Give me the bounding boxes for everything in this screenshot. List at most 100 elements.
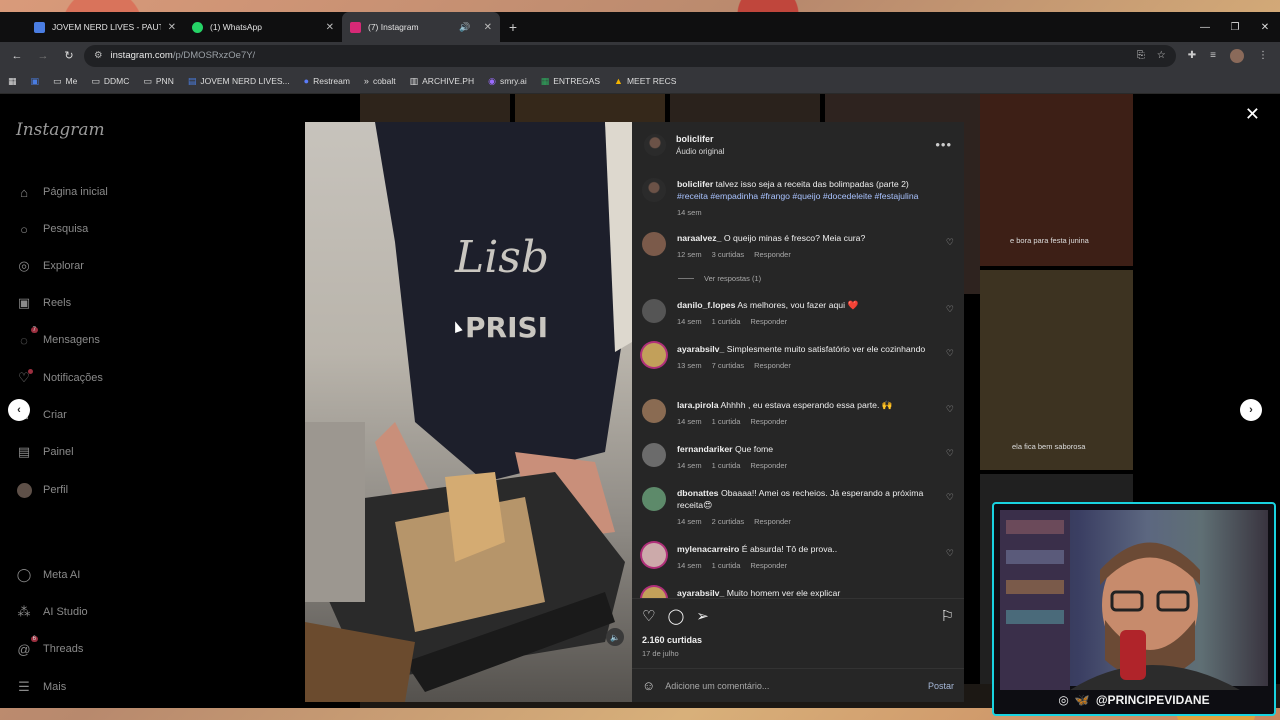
- media-controls-icon[interactable]: ≡: [1210, 50, 1216, 61]
- save-icon[interactable]: ⚐: [941, 607, 954, 625]
- comment-username[interactable]: fernandariker: [677, 444, 733, 454]
- sidebar-item-home[interactable]: ⌂ Página inicial: [16, 184, 108, 200]
- reply-button[interactable]: Responder: [750, 416, 787, 428]
- like-comment-icon[interactable]: ♡: [946, 548, 954, 572]
- bookmark-meet-recs[interactable]: ▲ MEET RECS: [614, 76, 676, 86]
- previous-post-button[interactable]: ‹: [8, 399, 30, 421]
- sidebar-item-dashboard[interactable]: ▤ Painel: [16, 444, 74, 460]
- reply-button[interactable]: Responder: [750, 460, 787, 472]
- comment-username[interactable]: ayarabsilv_: [677, 588, 724, 598]
- avatar[interactable]: [642, 587, 666, 598]
- more-options-icon[interactable]: •••: [935, 137, 952, 152]
- reload-button[interactable]: ↻: [58, 45, 80, 67]
- sidebar-item-messages[interactable]: ◌ 7 Mensagens: [16, 327, 100, 348]
- reply-button[interactable]: Responder: [754, 360, 791, 372]
- close-icon[interactable]: ✕: [1245, 104, 1260, 125]
- avatar[interactable]: [642, 543, 666, 567]
- address-bar[interactable]: ⚙ instagram.com/p/DMOSRxzOe7Y/ ⎘ ☆: [84, 44, 1176, 67]
- new-tab-button[interactable]: +: [500, 12, 526, 42]
- sidebar-item-ai-studio[interactable]: ⁂ AI Studio: [16, 604, 88, 620]
- close-tab-icon[interactable]: ✕: [326, 22, 334, 33]
- sidebar-item-search[interactable]: ○ Pesquisa: [16, 221, 88, 237]
- caption-username[interactable]: boliclifer: [677, 179, 713, 189]
- sidebar-item-explore[interactable]: ◎ Explorar: [16, 258, 84, 274]
- bookmark-ddmc[interactable]: ▭ DDMC: [91, 76, 129, 87]
- bookmark-star-icon[interactable]: ☆: [1157, 50, 1166, 61]
- avatar[interactable]: [642, 487, 666, 511]
- close-tab-icon[interactable]: ✕: [484, 22, 492, 33]
- like-comment-icon[interactable]: ♡: [946, 404, 954, 428]
- caption-hashtags[interactable]: #receita #empadinha #frango #queijo #doc…: [677, 190, 954, 202]
- sidebar-item-more[interactable]: ☰ Mais: [16, 679, 66, 695]
- close-tab-icon[interactable]: ✕: [168, 22, 176, 33]
- bookmark-jovem-nerd[interactable]: ▤ JOVEM NERD LIVES...: [188, 76, 290, 87]
- sidebar-item-notifications[interactable]: ♡ Notificações: [16, 369, 103, 386]
- view-replies-button[interactable]: Ver respostas (1): [678, 274, 761, 283]
- bookmark-archive[interactable]: ▥ ARCHIVE.PH: [410, 76, 474, 87]
- bookmark-entregas[interactable]: ▦ ENTREGAS: [541, 76, 600, 87]
- tab-jovem-nerd[interactable]: JOVEM NERD LIVES - PAUTA - D ✕: [26, 12, 184, 42]
- avatar[interactable]: [642, 399, 666, 423]
- reply-button[interactable]: Responder: [750, 560, 787, 572]
- like-comment-icon[interactable]: ♡: [946, 348, 954, 372]
- avatar[interactable]: [642, 443, 666, 467]
- apps-icon[interactable]: ▦: [8, 76, 17, 87]
- comment-username[interactable]: dbonattes: [677, 488, 719, 498]
- sidebar-item-threads[interactable]: @6 Threads: [16, 636, 83, 657]
- tab-instagram[interactable]: (7) Instagram 🔊 ✕: [342, 12, 500, 42]
- reply-button[interactable]: Responder: [750, 316, 787, 328]
- restore-button[interactable]: ❐: [1220, 12, 1250, 42]
- comment-username[interactable]: lara.pirola: [677, 400, 719, 410]
- bookmark-smry[interactable]: ◉ smry.ai: [488, 76, 527, 87]
- like-comment-icon[interactable]: ♡: [946, 237, 954, 261]
- speaker-icon[interactable]: 🔊: [459, 22, 470, 33]
- reply-button[interactable]: Responder: [754, 516, 791, 528]
- like-comment-icon[interactable]: ♡: [946, 304, 954, 328]
- browser-menu-icon[interactable]: ⋮: [1258, 50, 1268, 61]
- comment-username[interactable]: naraalvez_: [677, 233, 721, 243]
- comment-username[interactable]: ayarabsilv_: [677, 344, 724, 354]
- author-avatar[interactable]: [642, 178, 666, 202]
- likes-count[interactable]: 2.160 curtidas: [642, 635, 954, 645]
- site-info-icon[interactable]: ⚙: [94, 50, 103, 61]
- audio-label[interactable]: Áudio original: [676, 147, 724, 156]
- bookmark-me[interactable]: ▭ Me: [53, 76, 77, 87]
- emoji-icon[interactable]: ☺: [642, 678, 655, 693]
- post-video[interactable]: Lisb PRISI 🔈: [305, 122, 632, 702]
- comment-username[interactable]: danilo_f.lopes: [677, 300, 735, 310]
- like-comment-icon[interactable]: ♡: [946, 492, 954, 528]
- author-avatar[interactable]: [644, 133, 666, 156]
- sidebar-item-reels[interactable]: ▣ Reels: [16, 295, 71, 311]
- comment-likes[interactable]: 1 curtida: [712, 460, 741, 472]
- bookmark-pnn[interactable]: ▭ PNN: [143, 76, 173, 87]
- comment-likes[interactable]: 1 curtida: [712, 316, 741, 328]
- close-window-button[interactable]: ✕: [1250, 12, 1280, 42]
- comment-likes[interactable]: 1 curtida: [712, 416, 741, 428]
- bookmark-restream[interactable]: ● Restream: [304, 76, 350, 86]
- comment-likes[interactable]: 3 curtidas: [712, 249, 745, 261]
- avatar[interactable]: [642, 232, 666, 256]
- comment-username[interactable]: mylenacarreiro: [677, 544, 739, 554]
- next-post-button[interactable]: ›: [1240, 399, 1262, 421]
- avatar[interactable]: [642, 299, 666, 323]
- reply-button[interactable]: Responder: [754, 249, 791, 261]
- sidebar-item-profile[interactable]: Perfil: [16, 482, 68, 498]
- bookmark-cobalt[interactable]: » cobalt: [364, 76, 396, 86]
- like-icon[interactable]: ♡: [642, 607, 655, 625]
- post-button[interactable]: Postar: [928, 681, 954, 691]
- comment-likes[interactable]: 1 curtida: [712, 560, 741, 572]
- instagram-logo[interactable]: Instagram: [16, 120, 105, 140]
- mute-icon[interactable]: 🔈: [606, 628, 624, 646]
- minimize-button[interactable]: —: [1190, 12, 1220, 42]
- comment-likes[interactable]: 7 curtidas: [712, 360, 745, 372]
- bookmark-item[interactable]: ▣: [31, 76, 40, 87]
- author-username[interactable]: boliclifer: [676, 134, 724, 144]
- tab-whatsapp[interactable]: (1) WhatsApp ✕: [184, 12, 342, 42]
- comment-input[interactable]: Adicione um comentário...: [665, 681, 769, 691]
- profile-avatar[interactable]: [1230, 48, 1244, 63]
- back-button[interactable]: ←: [6, 45, 28, 67]
- install-app-icon[interactable]: ⎘: [1137, 50, 1145, 61]
- forward-button[interactable]: →: [32, 45, 54, 67]
- extensions-icon[interactable]: ✚: [1188, 50, 1196, 61]
- comment-likes[interactable]: 2 curtidas: [712, 516, 745, 528]
